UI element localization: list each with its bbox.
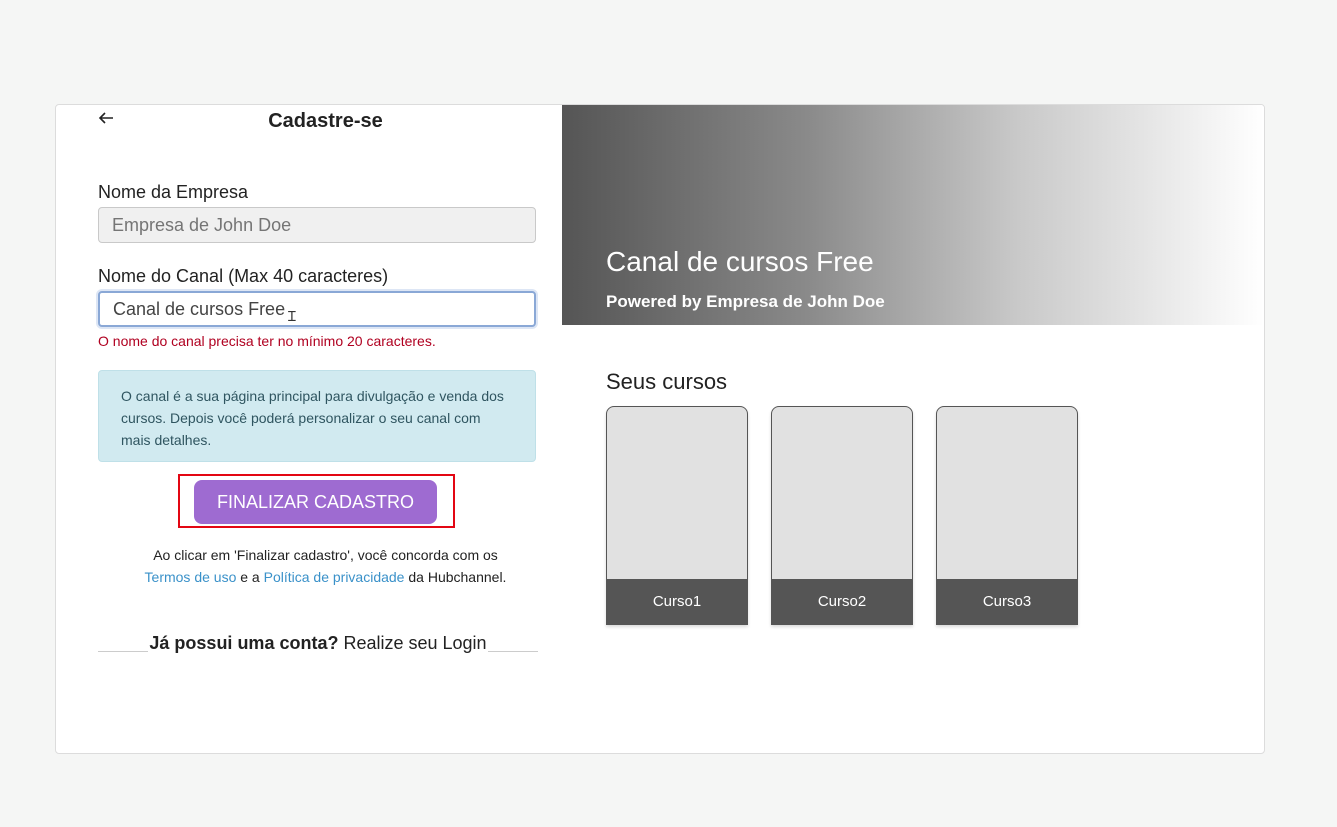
login-link[interactable]: Realize seu Login xyxy=(343,633,486,653)
company-name-input[interactable] xyxy=(98,207,536,243)
terms-prefix: Ao clicar em 'Finalizar cadastro', você … xyxy=(153,547,498,563)
banner-powered-by: Powered by Empresa de John Doe xyxy=(606,292,885,311)
course-card-title: Curso2 xyxy=(772,579,912,624)
text-cursor-icon: Ɪ xyxy=(288,308,296,324)
terms-suffix: da Hubchannel. xyxy=(408,569,507,585)
login-prompt: Já possui uma conta? Realize seu Login xyxy=(98,633,538,657)
login-question: Já possui uma conta? xyxy=(149,633,339,653)
courses-title: Seus cursos xyxy=(606,369,728,394)
banner-channel-name: Canal de cursos Free xyxy=(606,246,874,277)
terms-text: Ao clicar em 'Finalizar cadastro', você … xyxy=(98,544,553,588)
privacy-policy-link[interactable]: Política de privacidade xyxy=(264,569,405,585)
channel-name-input[interactable] xyxy=(98,291,536,327)
company-name-label: Nome da Empresa xyxy=(98,182,249,202)
course-card: Curso3 xyxy=(936,406,1078,625)
finalize-signup-button[interactable]: FINALIZAR CADASTRO xyxy=(194,480,437,524)
channel-info-box: O canal é a sua página principal para di… xyxy=(98,370,536,462)
course-card-title: Curso3 xyxy=(937,579,1077,624)
course-card-title: Curso1 xyxy=(607,579,747,624)
course-card: Curso1 xyxy=(606,406,748,625)
page-title: Cadastre-se xyxy=(268,110,383,132)
signup-card: Cadastre-se Nome da Empresa Nome do Cana… xyxy=(55,104,1265,754)
channel-name-label: Nome do Canal (Max 40 caracteres) xyxy=(98,266,389,286)
terms-mid: e a xyxy=(240,569,260,585)
course-card: Curso2 xyxy=(771,406,913,625)
terms-of-use-link[interactable]: Termos de uso xyxy=(145,569,237,585)
channel-name-error: O nome do canal precisa ter no mínimo 20… xyxy=(98,333,436,349)
